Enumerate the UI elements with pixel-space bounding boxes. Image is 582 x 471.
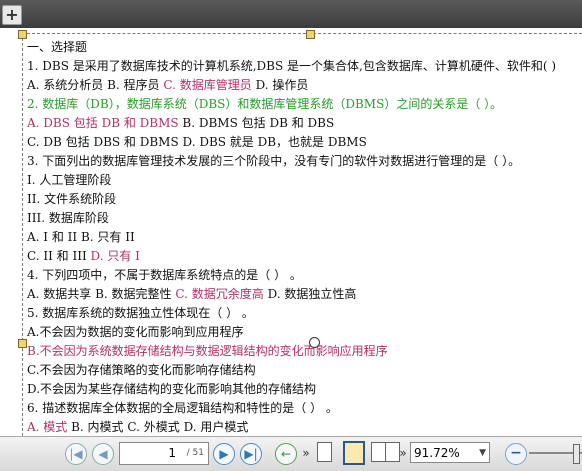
navigation-bar: |◀ ◀ 1 / 51 ▶ ▶| ← » » 91.72% ▼ −: [0, 436, 582, 471]
text-segment: D. 数据独立性高: [263, 287, 357, 301]
text-segment: C. 数据冗余度高: [175, 287, 264, 301]
text-line: A. 系统分析员 B. 程序员 C. 数据库管理员 D. 操作员: [27, 76, 582, 95]
text-segment: A.不会因为数据的变化而影响到应用程序: [27, 325, 244, 339]
text-segment: B. DBMS 包括 DB 和 DBS: [178, 116, 335, 130]
text-segment: C.不会因为存储策略的变化而影响存储结构: [27, 363, 256, 377]
plus-icon[interactable]: +: [2, 5, 22, 25]
total-pages: / 51: [186, 448, 204, 458]
text-line: C. II 和 III D. 只有 I: [27, 247, 582, 266]
text-line: 2. 数据库（DB），数据库系统（DBS）和数据库管理系统（DBMS）之间的关系…: [27, 95, 582, 114]
text-line: C. DB 包括 DBS 和 DBMS D. DBS 就是 DB，也就是 DBM…: [27, 133, 582, 152]
text-line: 5. 数据库系统的数据独立性体现在（ ） 。: [27, 304, 582, 323]
text-segment: 1. DBS 是采用了数据库技术的计算机系统,DBS 是一个集合体,包含数据库、…: [27, 59, 557, 73]
text-line: A. 数据共享 B. 数据完整性 C. 数据冗余度高 D. 数据独立性高: [27, 285, 582, 304]
text-segment: I. 人工管理阶段: [27, 173, 112, 187]
text-segment: III. 数据库阶段: [27, 211, 109, 225]
text-segment: 2. 数据库（DB），数据库系统（DBS）和数据库管理系统（DBMS）之间的关系…: [27, 97, 503, 111]
top-toolbar: +: [0, 0, 582, 29]
text-segment: 5. 数据库系统的数据独立性体现在（ ） 。: [27, 306, 254, 320]
document-text: 一、选择题 1. DBS 是采用了数据库技术的计算机系统,DBS 是一个集合体,包…: [27, 38, 582, 436]
zoom-value: 91.72%: [414, 446, 460, 460]
text-segment: II. 文件系统阶段: [27, 192, 117, 206]
text-line: A. I 和 II B. 只有 II: [27, 228, 582, 247]
text-line: III. 数据库阶段: [27, 209, 582, 228]
text-line: D.不会因为某些存储结构的变化而影响其他的存储结构: [27, 380, 582, 399]
text-line: 4. 下列四项中，不属于数据库系统特点的是（ ） 。: [27, 266, 582, 285]
page-margin-left: [22, 33, 23, 436]
text-segment: D. 只有 I: [90, 249, 140, 263]
text-segment: D.不会因为某些存储结构的变化而影响其他的存储结构: [27, 382, 317, 396]
resize-handle[interactable]: [18, 30, 27, 39]
zoom-out-icon[interactable]: −: [505, 443, 527, 465]
document-page: 一、选择题 1. DBS 是采用了数据库技术的计算机系统,DBS 是一个集合体,包…: [0, 28, 582, 436]
text-segment: C. DB 包括 DBS 和 DBMS D. DBS 就是 DB，也就是 DBM…: [27, 135, 367, 149]
text-line: A.不会因为数据的变化而影响到应用程序: [27, 323, 582, 342]
text-line: 3. 下面列出的数据库管理技术发展的三个阶段中，没有专门的软件对数据进行管理的是…: [27, 152, 582, 171]
current-page: 1: [168, 446, 176, 460]
text-line: A. 模式 B. 内模式 C. 外模式 D. 用户模式: [27, 418, 582, 436]
single-page-icon[interactable]: [317, 442, 332, 462]
text-line: 1. DBS 是采用了数据库技术的计算机系统,DBS 是一个集合体,包含数据库、…: [27, 57, 582, 76]
more-icon[interactable]: »: [300, 443, 312, 463]
text-segment: A. 数据共享 B. 数据完整性: [27, 287, 176, 301]
last-page-icon[interactable]: ▶|: [240, 443, 262, 465]
facing-page-icon[interactable]: [371, 442, 386, 462]
text-segment: C. II 和 III: [27, 249, 91, 263]
text-line: 一、选择题: [27, 38, 582, 57]
text-segment: 一、选择题: [27, 40, 88, 54]
text-segment: A. I 和 II B. 只有 II: [27, 230, 135, 244]
text-line: C.不会因为存储策略的变化而影响存储结构: [27, 361, 582, 380]
zoom-select[interactable]: 91.72% ▼: [410, 442, 490, 463]
text-line: A. DBS 包括 DB 和 DBMS B. DBMS 包括 DB 和 DBS: [27, 114, 582, 133]
resize-handle[interactable]: [18, 339, 27, 348]
text-segment: A. DBS 包括 DB 和 DBMS: [27, 116, 179, 130]
continuous-page-icon[interactable]: [343, 441, 365, 465]
back-icon[interactable]: ←: [275, 443, 297, 465]
text-segment: A. 模式: [27, 420, 68, 434]
chevron-down-icon[interactable]: »: [398, 443, 408, 463]
page-number-input[interactable]: 1 / 51: [119, 442, 209, 465]
text-line: 6. 描述数据库全体数据的全局逻辑结构和特性的是（ ） 。: [27, 399, 582, 418]
next-page-icon[interactable]: ▶: [213, 443, 235, 465]
text-segment: A. 系统分析员 B. 程序员: [27, 78, 164, 92]
chevron-down-icon: ▼: [479, 448, 486, 458]
cursor-icon: [309, 337, 320, 348]
zoom-slider-thumb[interactable]: [573, 444, 580, 464]
text-line: B.不会因为系统数据存储结构与数据逻辑结构的变化而影响应用程序: [27, 342, 582, 361]
text-segment: 6. 描述数据库全体数据的全局逻辑结构和特性的是（ ） 。: [27, 401, 338, 415]
page-margin-top: [22, 33, 582, 34]
text-line: I. 人工管理阶段: [27, 171, 582, 190]
text-segment: C. 数据库管理员: [163, 78, 252, 92]
text-line: II. 文件系统阶段: [27, 190, 582, 209]
text-segment: 4. 下列四项中，不属于数据库系统特点的是（ ） 。: [27, 268, 302, 282]
text-segment: B. 内模式 C. 外模式 D. 用户模式: [67, 420, 249, 434]
first-page-icon[interactable]: |◀: [65, 443, 87, 465]
text-segment: B.不会因为系统数据存储结构与数据逻辑结构的变化而影响应用程序: [27, 344, 388, 358]
text-segment: 3. 下面列出的数据库管理技术发展的三个阶段中，没有专门的软件对数据进行管理的是…: [27, 154, 521, 168]
prev-page-icon[interactable]: ◀: [92, 443, 114, 465]
text-segment: D. 操作员: [251, 78, 309, 92]
